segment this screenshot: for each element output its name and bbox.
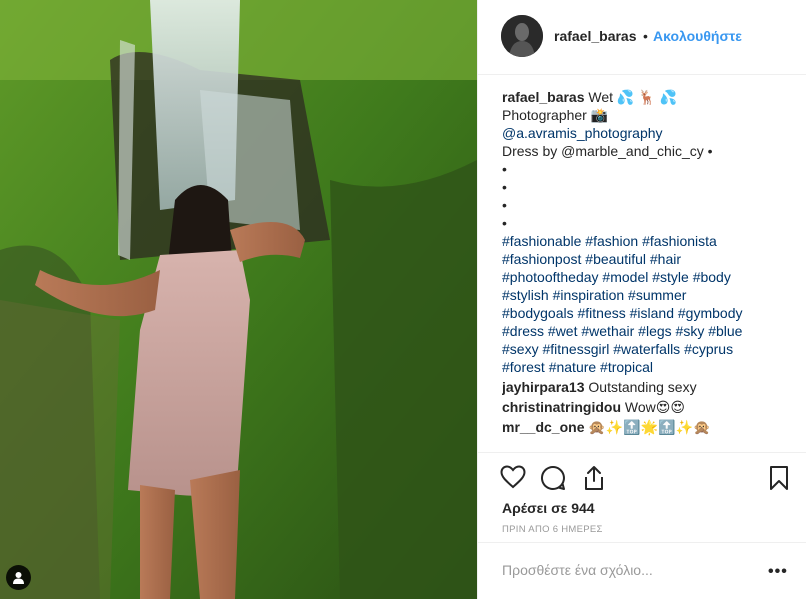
share-icon[interactable] <box>582 465 606 496</box>
user-tag-icon[interactable] <box>6 565 31 590</box>
mention-link[interactable]: @a.avramis_photography <box>502 125 663 141</box>
header-separator: • <box>643 28 648 44</box>
comment-input[interactable] <box>502 562 752 578</box>
post-photo[interactable] <box>0 0 477 599</box>
heart-icon[interactable] <box>500 465 526 494</box>
comment-text: 🙊✨🔝🌟🔝✨🙊 <box>588 419 711 435</box>
post-timestamp[interactable]: ΠΡΙΝ ΑΠΟ 6 ΗΜΕΡΕΣ <box>502 524 603 535</box>
hashtag-line[interactable]: #photooftheday #model #style #body <box>502 269 731 285</box>
post-actions: Αρέσει σε 944 ΠΡΙΝ ΑΠΟ 6 ΗΜΕΡΕΣ <box>478 452 806 542</box>
comment-item: mr__dc_one 🙊✨🔝🌟🔝✨🙊 <box>502 418 792 436</box>
hashtag-line[interactable]: #forest #nature #tropical <box>502 359 653 375</box>
avatar[interactable] <box>501 15 543 57</box>
comment-icon[interactable] <box>540 465 566 496</box>
caption-line: • <box>502 197 507 213</box>
post-header: rafael_baras • Ακολουθήστε <box>478 0 806 75</box>
caption-line: • <box>502 215 507 231</box>
photo-illustration <box>0 0 477 599</box>
caption-line: Dress by @marble_and_chic_cy • <box>502 143 713 159</box>
caption-line: Photographer 📸 <box>502 107 609 123</box>
add-comment-bar: ••• <box>478 542 806 599</box>
hashtag-line[interactable]: #sexy #fitnessgirl #waterfalls #cyprus <box>502 341 733 357</box>
hashtag-line[interactable]: #bodygoals #fitness #island #gymbody <box>502 305 743 321</box>
header-username[interactable]: rafael_baras <box>554 28 637 44</box>
post-side-panel: rafael_baras • Ακολουθήστε rafael_baras … <box>477 0 806 599</box>
comments-list[interactable]: rafael_baras Wet 💦 🦌 💦 Photographer 📸 @a… <box>502 88 792 450</box>
hashtag-line[interactable]: #stylish #inspiration #summer <box>502 287 686 303</box>
comment-username[interactable]: mr__dc_one <box>502 419 584 435</box>
comment-text: Outstanding sexy <box>588 379 697 395</box>
more-options-icon[interactable]: ••• <box>768 563 788 581</box>
comment-username[interactable]: christinatringidou <box>502 399 621 415</box>
caption-line: • <box>502 179 507 195</box>
hashtag-line[interactable]: #fashionpost #beautiful #hair <box>502 251 681 267</box>
comment-text: Wow😍😍 <box>624 399 685 415</box>
follow-button[interactable]: Ακολουθήστε <box>653 28 742 44</box>
hashtag-line[interactable]: #fashionable #fashion #fashionista <box>502 233 717 249</box>
caption-username[interactable]: rafael_baras <box>502 89 585 105</box>
bookmark-icon[interactable] <box>769 465 789 496</box>
caption: rafael_baras Wet 💦 🦌 💦 Photographer 📸 @a… <box>502 88 792 376</box>
hashtag-line[interactable]: #dress #wet #wethair #legs #sky #blue <box>502 323 742 339</box>
comment-username[interactable]: jayhirpara13 <box>502 379 585 395</box>
likes-count[interactable]: Αρέσει σε 944 <box>502 500 595 516</box>
caption-line: Wet 💦 🦌 💦 <box>588 89 678 105</box>
comment-item: jayhirpara13 Outstanding sexy <box>502 378 792 396</box>
caption-line: • <box>502 161 507 177</box>
comment-item: christinatringidou Wow😍😍 <box>502 398 792 416</box>
